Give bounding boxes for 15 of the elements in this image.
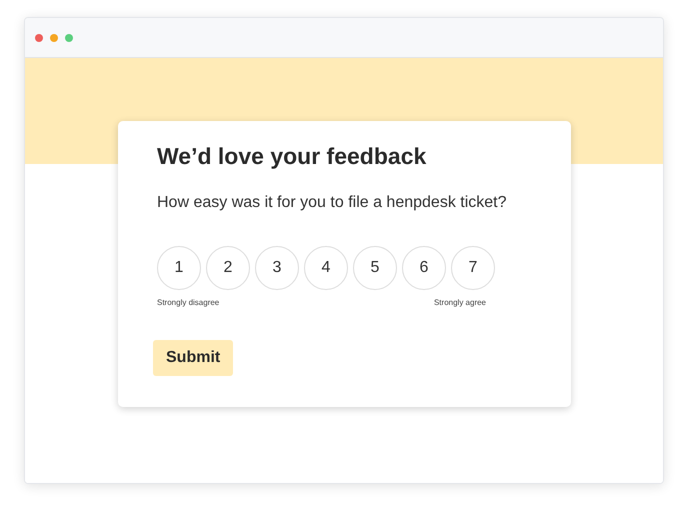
rating-option[interactable]: 6 [402, 246, 446, 290]
rating-option[interactable]: 1 [157, 246, 201, 290]
rating-option[interactable]: 3 [255, 246, 299, 290]
window-control-dot[interactable] [35, 34, 43, 42]
rating-option[interactable]: 7 [451, 246, 495, 290]
rating-option[interactable]: 2 [206, 246, 250, 290]
survey-question: How easy was it for you to file a henpdesk ticket? [157, 194, 508, 212]
rating-option[interactable]: 4 [304, 246, 348, 290]
survey-title: We’d love your feedback [157, 143, 428, 170]
scale-min-label: Strongly disagree [157, 298, 220, 307]
window-control-dot[interactable] [50, 34, 58, 42]
submit-button[interactable]: Submit [153, 340, 234, 376]
window-control-dot[interactable] [65, 34, 73, 42]
scale-max-label: Strongly agree [434, 298, 486, 307]
rating-option[interactable]: 5 [353, 246, 397, 290]
